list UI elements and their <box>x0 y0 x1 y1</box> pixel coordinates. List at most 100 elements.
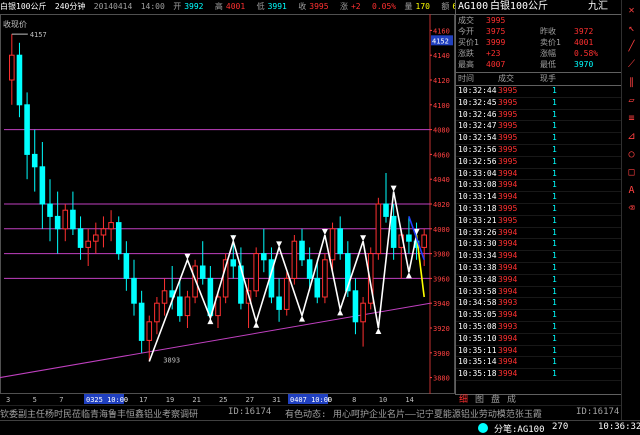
close-value: 3995 <box>309 2 329 11</box>
quote-row: 今开 3975 昨收 3972 <box>456 26 622 37</box>
candle[interactable] <box>108 210 114 242</box>
tick-price: 3995 <box>498 145 518 154</box>
tick-volume: 1 <box>552 109 557 119</box>
candle[interactable] <box>261 228 267 273</box>
eraser-icon[interactable]: ⌫ <box>625 202 638 215</box>
quote-row: 成交 3995 <box>456 15 622 26</box>
candle[interactable] <box>100 216 107 248</box>
close-icon[interactable]: ✕ <box>625 4 638 17</box>
news-headline[interactable]: 用心呵护企业名片——记宁夏能源铝业劳动模范张玉霞 <box>333 407 542 420</box>
tick-price: 3994 <box>498 192 518 202</box>
candle[interactable] <box>184 290 191 328</box>
tick-price: 3994 <box>498 274 518 284</box>
rect-icon[interactable]: □ <box>625 166 638 179</box>
price-tick-label: 3920 <box>433 325 450 333</box>
quote-label: 昨收 <box>540 27 556 36</box>
tick-price: 3994 <box>498 239 518 249</box>
quote-label: 卖价1 <box>540 38 561 47</box>
candle[interactable] <box>31 129 38 192</box>
quote-label: 买价1 <box>458 38 479 47</box>
quote-label: 涨幅 <box>540 49 556 58</box>
candlestick-chart[interactable]: 收现价 4160 4140 4120 4100 4080 4060 4040 4020 4000 3… <box>0 14 455 394</box>
tick-time: 10:33:34 <box>458 251 497 261</box>
tick-time: 10:32:54 <box>458 133 497 143</box>
tick-volume: 1 <box>552 86 557 95</box>
arrow-icon[interactable]: ↖ <box>625 22 638 35</box>
candle[interactable] <box>322 253 328 304</box>
tick-time: 10:33:30 <box>458 239 497 249</box>
line-tool-icon[interactable]: ╱ <box>625 40 638 53</box>
candle[interactable] <box>131 259 137 316</box>
volume-label: 量 <box>404 2 413 11</box>
candle[interactable] <box>352 278 359 335</box>
candle[interactable] <box>253 247 259 297</box>
date-highlight-label: 0407 10:00 <box>290 396 332 404</box>
price-tick-label: 4040 <box>433 176 450 184</box>
candle[interactable] <box>47 179 53 242</box>
candle[interactable] <box>9 34 15 105</box>
candle[interactable] <box>16 42 23 118</box>
candle[interactable] <box>291 235 298 285</box>
candle[interactable] <box>337 216 343 260</box>
candle[interactable] <box>154 297 160 335</box>
candle[interactable] <box>276 278 282 322</box>
tick-volume: 1 <box>552 357 557 367</box>
tick-volume: 1 <box>552 156 557 166</box>
parallel-line-icon[interactable]: ∥ <box>625 76 638 89</box>
candle[interactable] <box>161 278 168 316</box>
news-id: ID:16174 <box>576 407 620 417</box>
candle[interactable] <box>115 216 122 260</box>
tick-time: 10:32:44 <box>458 86 497 95</box>
news-ticker[interactable]: 钦委副主任杨时民莅临青海鲁丰恒鑫铝业考察调研 ID:16174 有色动态: 用心… <box>0 405 621 420</box>
gann-icon[interactable]: ⊿ <box>625 130 638 143</box>
high-marker-label: 4157 <box>30 31 47 39</box>
circle-icon[interactable]: ○ <box>625 148 638 161</box>
fib-icon[interactable]: ≡ <box>625 112 638 125</box>
candle[interactable] <box>24 92 30 180</box>
zigzag-arrowhead <box>299 315 305 322</box>
channel-icon[interactable]: ▱ <box>625 94 638 107</box>
tick-row[interactable]: 10:35:18 3994 1 <box>456 368 622 381</box>
tick-time: 10:32:47 <box>458 121 497 131</box>
tick-time: 10:32:56 <box>458 156 497 166</box>
candle[interactable] <box>85 228 91 266</box>
candle[interactable] <box>299 228 305 266</box>
tick-price: 3995 <box>498 121 518 131</box>
price-tick-label: 4060 <box>433 151 450 159</box>
candle[interactable] <box>138 290 145 353</box>
candle[interactable] <box>39 142 46 229</box>
candle[interactable] <box>123 241 130 291</box>
ray-tool-icon[interactable]: ⟋ <box>625 58 638 71</box>
text-tool-icon[interactable]: A <box>625 184 638 197</box>
candle[interactable] <box>283 272 290 316</box>
candle[interactable] <box>93 222 99 254</box>
candle[interactable] <box>199 241 206 285</box>
candle[interactable] <box>146 315 153 362</box>
candle[interactable] <box>383 173 389 223</box>
tick-time: 10:33:04 <box>458 168 497 178</box>
price-tick-label: 4140 <box>433 52 450 60</box>
candle[interactable] <box>360 297 366 347</box>
tick-time: 10:33:14 <box>458 192 497 202</box>
tick-volume: 1 <box>552 192 557 202</box>
candle[interactable] <box>238 247 244 310</box>
tick-price: 3994 <box>498 333 518 343</box>
candle[interactable] <box>70 191 76 235</box>
tick-volume: 1 <box>552 263 557 272</box>
candle[interactable] <box>54 191 61 254</box>
tick-time: 10:33:18 <box>458 204 497 213</box>
chart-canvas[interactable]: 收现价 4160 4140 4120 4100 4080 4060 4040 4020 4000 3… <box>0 14 455 394</box>
ticker-headline[interactable]: 钦委副主任杨时民莅临青海鲁丰恒鑫铝业考察调研 <box>0 407 198 420</box>
candle[interactable] <box>421 228 427 266</box>
zigzag-arrowhead <box>375 328 382 334</box>
price-tick-label: 3980 <box>433 251 450 259</box>
tick-price: 3995 <box>498 156 518 166</box>
quote-label: 最低 <box>540 60 556 69</box>
price-tick-label: 3940 <box>433 300 450 308</box>
quote-value: 3970 <box>574 60 594 69</box>
candle[interactable] <box>62 204 69 242</box>
tick-price: 3994 <box>498 168 518 178</box>
candle[interactable] <box>375 197 382 260</box>
tick-volume: 1 <box>552 322 557 331</box>
tick-volume: 1 <box>552 286 557 296</box>
